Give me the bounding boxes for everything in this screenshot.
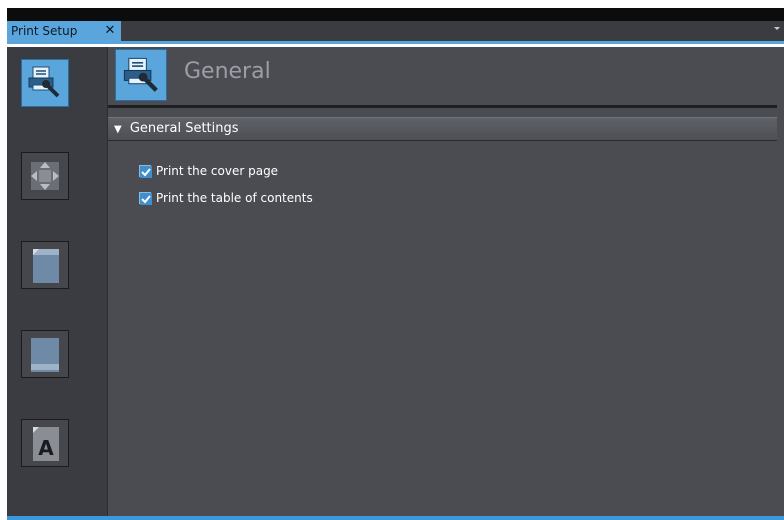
nav-layout-button[interactable] — [21, 152, 69, 200]
bottom-accent-line — [7, 516, 784, 520]
tab-overflow-chevron-icon[interactable] — [774, 27, 780, 30]
section-title: General — [184, 59, 271, 84]
tab-close-icon[interactable]: ✕ — [103, 21, 117, 41]
svg-text:A: A — [38, 436, 54, 460]
nav-header-button[interactable] — [21, 241, 69, 289]
section-divider — [108, 105, 777, 108]
table-of-contents-checkbox[interactable] — [139, 192, 152, 205]
group-title: General Settings — [129, 121, 239, 136]
tab-strip: Print Setup ✕ — [7, 21, 784, 44]
cover-page-checkbox[interactable] — [139, 165, 152, 178]
move-arrows-icon — [31, 162, 59, 190]
nav-general-button[interactable] — [21, 59, 69, 107]
table-of-contents-label: Print the table of contents — [156, 191, 313, 205]
printer-wrench-icon — [28, 66, 60, 98]
window-top-bar — [7, 8, 784, 21]
general-settings-group-header[interactable]: ▼ General Settings — [108, 117, 777, 141]
page-footer-icon — [31, 338, 59, 372]
printer-wrench-icon — [115, 49, 167, 101]
cover-page-label: Print the cover page — [156, 164, 279, 178]
collapse-triangle-icon[interactable]: ▼ — [114, 124, 122, 135]
nav-footer-button[interactable] — [21, 330, 69, 378]
checkmark-icon — [140, 166, 152, 178]
page-header-icon — [33, 249, 59, 283]
category-nav: A — [7, 47, 108, 520]
tab-label: Print Setup — [11, 24, 78, 38]
font-page-icon: A — [33, 427, 59, 461]
print-setup-window: Print Setup ✕ A General ▼ General Settin… — [0, 0, 784, 520]
checkmark-icon — [140, 193, 152, 205]
tab-print-setup[interactable]: Print Setup ✕ — [7, 21, 121, 41]
nav-font-button[interactable]: A — [21, 419, 69, 467]
section-header: General — [108, 47, 777, 108]
